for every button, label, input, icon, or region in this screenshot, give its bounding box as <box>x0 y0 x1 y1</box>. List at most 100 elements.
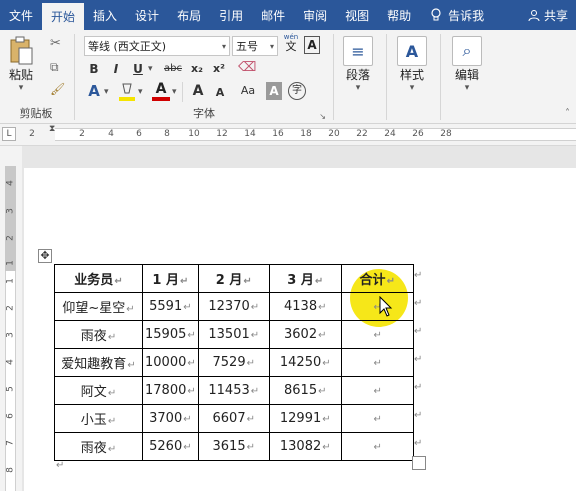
table-cell[interactable]: ↵ <box>340 320 414 349</box>
text-effects-button[interactable]: A <box>86 82 102 100</box>
tab-review[interactable]: 审阅 <box>294 0 336 30</box>
cell-text: 13082 <box>279 439 322 454</box>
chevron-down-icon[interactable]: ▾ <box>172 87 177 97</box>
cut-icon[interactable]: ✂ <box>50 36 61 51</box>
table-cell[interactable]: 小玉↵ <box>54 404 143 433</box>
tab-references[interactable]: 引用 <box>210 0 252 30</box>
header-cell[interactable]: 业务员↵ <box>54 264 143 293</box>
table-cell[interactable]: 11453↵ <box>197 376 270 405</box>
collapse-ribbon-icon[interactable]: ˄ <box>565 108 570 119</box>
header-cell[interactable]: 合计↵ <box>340 264 414 293</box>
cell-mark: ↵ <box>126 304 135 315</box>
table-cell[interactable]: ↵ <box>340 404 414 433</box>
table-cell[interactable]: 仰望~星空↵ <box>54 292 143 321</box>
tab-mailings[interactable]: 邮件 <box>252 0 294 30</box>
shrink-font-button[interactable]: A <box>212 84 228 102</box>
indent-marker-icon[interactable]: ⧗ <box>49 124 55 134</box>
font-size-select[interactable]: 五号 ▾ <box>232 36 278 56</box>
table-cell[interactable]: 13501↵ <box>197 320 270 349</box>
table-cell[interactable]: 3602↵ <box>268 320 342 349</box>
chevron-down-icon[interactable]: ▾ <box>138 87 143 97</box>
table-cell[interactable]: 雨夜↵ <box>54 432 143 461</box>
table-cell[interactable]: 4138↵ <box>268 292 342 321</box>
tab-design[interactable]: 设计 <box>126 0 168 30</box>
cell-mark: ↵ <box>107 444 117 455</box>
tab-layout[interactable]: 布局 <box>168 0 210 30</box>
table-cell[interactable]: 阿文↵ <box>54 376 143 405</box>
tab-home[interactable]: 开始 <box>42 3 85 30</box>
grow-font-button[interactable]: A <box>190 82 206 100</box>
table-cell[interactable]: 8615↵ <box>268 376 342 405</box>
tab-insert[interactable]: 插入 <box>84 0 126 30</box>
tab-selector[interactable]: L <box>2 127 16 141</box>
paste-button[interactable]: 粘贴 ▾ <box>8 36 34 93</box>
tab-view[interactable]: 视图 <box>336 0 378 30</box>
character-border-button[interactable]: A <box>304 36 320 54</box>
table-cell[interactable]: 15905↵ <box>142 320 199 349</box>
table-cell[interactable]: ↵ <box>340 348 414 377</box>
change-case-button[interactable]: Aa <box>238 82 258 100</box>
italic-button[interactable]: I <box>108 60 124 78</box>
format-painter-icon[interactable]: 🖌 <box>50 82 65 96</box>
font-name-select[interactable]: 等线 (西文正文) ▾ <box>84 36 230 56</box>
table-cell[interactable]: 3700↵ <box>142 404 199 433</box>
character-shading-button[interactable]: A <box>266 82 282 100</box>
ruler-strip[interactable] <box>55 128 576 141</box>
editing-button[interactable]: ⌕ 编辑 ▾ <box>452 36 482 93</box>
chevron-down-icon[interactable]: ▾ <box>104 87 109 97</box>
tell-me-box[interactable]: 告诉我 <box>420 0 484 30</box>
cell-text: 雨夜 <box>80 441 107 456</box>
paragraph-button[interactable]: ≡ 段落 ▾ <box>343 36 373 93</box>
table-cell[interactable]: 爱知趣教育↵ <box>54 348 143 377</box>
table-cell[interactable]: 雨夜↵ <box>54 320 143 349</box>
table-cell[interactable]: 10000↵ <box>142 348 199 377</box>
chevron-down-icon: ▾ <box>269 41 274 51</box>
superscript-button[interactable]: x² <box>210 60 228 78</box>
underline-button[interactable]: U <box>130 60 146 78</box>
tab-help[interactable]: 帮助 <box>378 0 420 30</box>
table-cell[interactable]: 12370↵ <box>197 292 270 321</box>
cell-text: 13501 <box>208 327 250 342</box>
dialog-launcher-icon[interactable]: ↘ <box>319 112 326 121</box>
table-cell[interactable]: 6607↵ <box>197 404 270 433</box>
ruler-number: 8 <box>164 129 170 139</box>
table-cell[interactable]: ↵ <box>340 432 414 461</box>
enclose-characters-button[interactable]: 字 <box>288 82 306 100</box>
header-cell[interactable]: 2 月↵ <box>197 264 270 293</box>
bold-button[interactable]: B <box>86 60 102 78</box>
copy-icon[interactable]: ⧉ <box>50 60 59 75</box>
phonetic-guide-button[interactable]: wén 文 <box>282 34 300 53</box>
header-cell[interactable]: 1 月↵ <box>142 264 199 293</box>
tab-file[interactable]: 文件 <box>0 0 42 30</box>
font-group: 等线 (西文正文) ▾ 五号 ▾ wén 文 A B I U ▾ abc x₂ … <box>78 30 330 124</box>
cell-mark: ↵ <box>179 276 189 287</box>
table-cell[interactable]: 7529↵ <box>197 348 270 377</box>
table-resize-handle[interactable] <box>412 456 426 470</box>
font-color-button[interactable]: A <box>152 82 170 101</box>
table-cell[interactable]: 12991↵ <box>268 404 342 433</box>
table-cell[interactable]: 13082↵ <box>268 432 342 461</box>
ruler-number: 22 <box>356 129 368 139</box>
clear-formatting-icon[interactable]: ⌫ <box>238 60 256 75</box>
table-cell[interactable]: 17800↵ <box>142 376 199 405</box>
cell-text: 5591 <box>149 299 183 314</box>
styles-button[interactable]: A 样式 ▾ <box>397 36 427 93</box>
table-move-handle[interactable]: ✥ <box>38 249 52 263</box>
data-table[interactable]: 业务员↵ 1 月↵ 2 月↵ 3 月↵ 合计↵ 仰望~星空↵ 5591↵ 123… <box>54 264 414 461</box>
cell-text: 4138 <box>284 299 318 314</box>
header-cell[interactable]: 3 月↵ <box>268 264 342 293</box>
table-cell[interactable]: ↵ <box>340 376 414 405</box>
highlight-color-button[interactable] <box>118 82 136 105</box>
table-cell[interactable]: 5591↵ <box>142 292 199 321</box>
subscript-button[interactable]: x₂ <box>188 60 206 78</box>
table-cell[interactable]: 3615↵ <box>197 432 270 461</box>
divider <box>440 34 441 120</box>
header-text: 3 月 <box>287 273 314 288</box>
share-button[interactable]: 共享 <box>528 0 576 30</box>
table-cell[interactable]: 5260↵ <box>142 432 199 461</box>
table-cell[interactable]: 14250↵ <box>268 348 342 377</box>
cell-mark: ↵ <box>183 414 192 425</box>
strikethrough-button[interactable]: abc <box>162 60 184 78</box>
chevron-down-icon[interactable]: ▾ <box>148 64 153 74</box>
table-cell[interactable]: ↵ <box>340 292 414 321</box>
